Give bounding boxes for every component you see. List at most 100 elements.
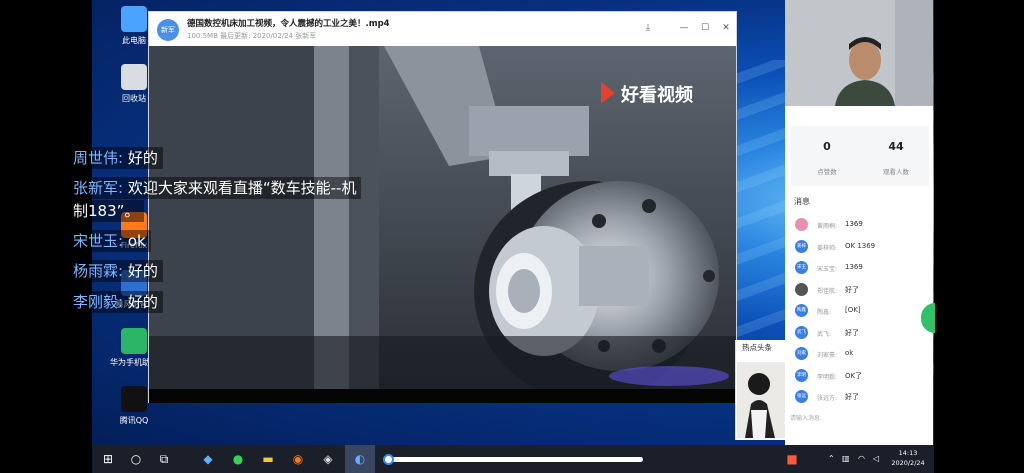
presenter-image: [785, 0, 933, 106]
clock-date: 2020/2/24: [891, 459, 925, 467]
chat-message: 宋世玉: ok: [70, 230, 151, 252]
message-item: 陶鑫 陶鑫: [OK]: [795, 304, 927, 318]
download-icon[interactable]: ⤓: [642, 22, 654, 34]
close-icon[interactable]: ✕: [720, 22, 732, 34]
message-item: 姜梓 姜梓帅: OK 1369: [795, 239, 927, 254]
chat-message: 张新军: 欢迎大家来观看直播“数车技能--机: [70, 177, 362, 199]
folder-icon[interactable]: ▬: [260, 451, 276, 467]
message-sender: 宋玉宝:: [817, 266, 838, 273]
volume-icon[interactable]: ◁: [873, 454, 879, 463]
message-sender: 张远方:: [817, 395, 838, 402]
message-avatar: 宋玉: [795, 261, 808, 274]
message-sender: 郑佳航:: [817, 287, 838, 295]
video-watermark: 好看视频: [621, 85, 693, 106]
message-text: 1369: [845, 220, 863, 228]
playback-progress-handle[interactable]: [383, 454, 394, 465]
message-text: 好了: [845, 328, 859, 337]
wifi-icon[interactable]: ◠: [858, 454, 865, 463]
chat-text: 好的: [127, 293, 158, 311]
message-sender: 陶鑫:: [817, 309, 832, 316]
message-item: 刘家 刘家豪: ok: [795, 347, 927, 361]
message-text: 1369: [845, 263, 863, 271]
chat-message: 制183”。: [70, 200, 145, 222]
message-text: ok: [845, 349, 854, 357]
maximize-icon[interactable]: ☐: [699, 22, 711, 34]
message-item: 武飞 武飞: 好了: [795, 325, 927, 340]
video-meta: 100.5MB 最后更新: 2020/02/24 张新军: [187, 32, 317, 40]
chat-text: ok: [127, 232, 146, 250]
chat-text: 好的: [127, 262, 158, 280]
chat-sender: 周世伟: [73, 149, 119, 167]
active-app-icon[interactable]: ◐: [352, 451, 368, 467]
chat-text: 欢迎大家来观看直播“数车技能--机: [127, 179, 357, 197]
app-icon-5[interactable]: ■: [784, 451, 800, 467]
haokan-logo-icon: [601, 82, 615, 104]
chat-text: 制183”。: [73, 202, 140, 220]
video-frame[interactable]: 好看视频: [149, 46, 736, 389]
player-header: 新军 德国数控机床加工视频，令人震撼的工业之美！.mp4 100.5MB 最后更…: [149, 12, 736, 45]
message-text: 好了: [845, 285, 859, 294]
chat-text: 好的: [127, 149, 158, 167]
search-icon[interactable]: ○: [128, 451, 144, 467]
stats-card: 0 点赞数 44 观看人数: [791, 126, 929, 186]
messages-title: 消息: [794, 197, 810, 206]
chat-sender: 张新军: [73, 179, 119, 197]
message-item: 张远 张远方: 好了: [795, 390, 927, 404]
news-image: [737, 362, 787, 438]
chat-separator: :: [118, 293, 128, 311]
news-tile[interactable]: 热点头条: [735, 340, 787, 440]
likes-count: 0: [823, 140, 831, 153]
message-item: 李明 李明毅: OK了: [795, 368, 927, 383]
firefox-taskbar-icon[interactable]: ◉: [290, 451, 306, 467]
webcam-feed: [785, 0, 933, 106]
viewers-count: 44: [888, 140, 904, 153]
message-avatar: 陶鑫: [795, 304, 808, 317]
message-avatar: [795, 282, 808, 296]
app-icon-1[interactable]: ◆: [200, 451, 216, 467]
playback-progress-track[interactable]: [388, 457, 643, 462]
likes-label: 点赞数: [817, 168, 837, 176]
chat-separator: :: [118, 262, 128, 280]
message-sender: 黄雨桐:: [817, 223, 838, 230]
message-sender: 李明毅:: [817, 373, 838, 381]
task-view-icon[interactable]: ⧉: [156, 451, 172, 467]
message-sender: 姜梓帅:: [817, 244, 838, 252]
message-avatar: 李明: [795, 368, 808, 382]
app-icon-3[interactable]: ◈: [320, 451, 336, 467]
windows-start-icon[interactable]: ⊞: [100, 451, 116, 467]
message-input[interactable]: 请输入消息: [790, 413, 820, 422]
app-icon-2[interactable]: ●: [230, 451, 246, 467]
message-text: OK 1369: [845, 241, 876, 250]
chat-separator: :: [118, 149, 128, 167]
recycle-bin-icon: [121, 64, 147, 90]
network-icon[interactable]: ▥: [842, 454, 850, 463]
message-avatar: 姜梓: [795, 239, 808, 253]
video-title: 德国数控机床加工视频，令人震撼的工业之美！.mp4: [187, 19, 390, 29]
message-sender: 武飞:: [817, 330, 832, 338]
video-bottom-bar: [149, 389, 736, 403]
message-avatar: 张远: [795, 390, 808, 403]
message-avatar: [795, 218, 808, 231]
message-item: 宋玉 宋玉宝: 1369: [795, 261, 927, 275]
chat-message: 周世伟: 好的: [70, 147, 163, 169]
computer-icon: [121, 6, 147, 32]
chat-sender: 李刚毅: [73, 293, 119, 311]
desktop-icon-label: 腾讯QQ: [119, 416, 149, 425]
tray-chevron-icon[interactable]: ⌃: [828, 454, 835, 463]
message-text: OK了: [845, 371, 863, 380]
chat-sender: 杨雨霖: [73, 262, 119, 280]
chat-separator: :: [118, 232, 128, 250]
taskbar-clock[interactable]: 14:13 2020/2/24: [888, 448, 928, 468]
message-text: [OK]: [845, 306, 861, 314]
news-title: 热点头条: [742, 343, 772, 352]
video-player-window: 新军 德国数控机床加工视频，令人震撼的工业之美！.mp4 100.5MB 最后更…: [148, 11, 737, 403]
minimize-icon[interactable]: —: [678, 22, 690, 34]
chat-sender: 宋世玉: [73, 232, 119, 250]
message-item: 郑佳航: 好了: [795, 282, 927, 297]
phone-assistant-icon: [121, 328, 147, 354]
chat-message: 李刚毅: 好的: [70, 291, 163, 313]
message-text: 好了: [845, 393, 859, 401]
qq-icon: [121, 386, 147, 412]
message-item: 黄雨桐: 1369: [795, 218, 927, 232]
chat-separator: :: [118, 179, 128, 197]
